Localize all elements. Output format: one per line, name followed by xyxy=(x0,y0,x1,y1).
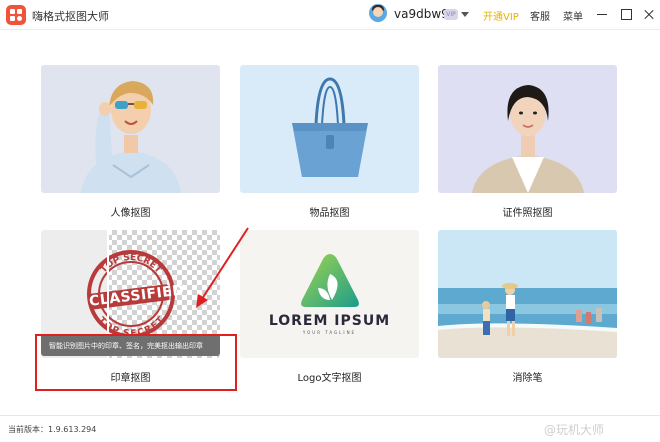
watermark-text: @玩机大师 xyxy=(544,423,605,437)
annotation-arrow-icon xyxy=(196,227,249,308)
status-bar: 当前版本：1.9.613.294 @玩机大师 xyxy=(0,415,660,442)
version-label: 当前版本：1.9.613.294 xyxy=(8,425,97,434)
